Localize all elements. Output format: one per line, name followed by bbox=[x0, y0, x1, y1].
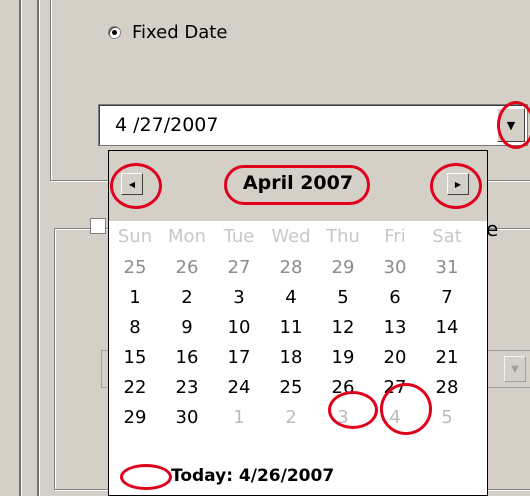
day-cell[interactable]: 11 bbox=[265, 314, 317, 342]
radio-dot bbox=[112, 29, 117, 35]
day-cell[interactable]: 1 bbox=[109, 284, 161, 312]
day-cell[interactable]: 24 bbox=[213, 374, 265, 402]
day-cell[interactable]: 27 bbox=[369, 374, 421, 402]
day-cell[interactable]: 26 bbox=[317, 374, 369, 402]
day-cell[interactable]: 13 bbox=[369, 314, 421, 342]
calendar-popup[interactable]: ◀ April 2007 ▶ Sun Mon Tue Wed Thu Fri Sat 25 2… bbox=[108, 150, 488, 496]
weekday-label: Thu bbox=[326, 226, 360, 247]
window-border-left-light bbox=[21, 0, 22, 496]
day-cell[interactable]: 3 bbox=[317, 404, 369, 432]
day-cell[interactable]: 25 bbox=[265, 374, 317, 402]
day-cell[interactable]: 30 bbox=[161, 404, 213, 432]
day-cell[interactable]: 22 bbox=[109, 374, 161, 402]
day-cell[interactable]: 29 bbox=[317, 254, 369, 282]
day-cell[interactable]: 16 bbox=[161, 344, 213, 372]
day-cell[interactable]: 8 bbox=[109, 314, 161, 342]
fixed-date-label: Fixed Date bbox=[132, 21, 228, 43]
dropdown-button[interactable]: ▼ bbox=[497, 108, 525, 142]
day-cell[interactable]: 12 bbox=[317, 314, 369, 342]
day-cell[interactable]: 1 bbox=[213, 404, 265, 432]
weekday-label: Mon bbox=[168, 226, 206, 247]
day-cell[interactable]: 10 bbox=[213, 314, 265, 342]
day-cell[interactable]: 14 bbox=[421, 314, 473, 342]
weekday-label: Tue bbox=[223, 226, 255, 247]
day-cell[interactable]: 31 bbox=[421, 254, 473, 282]
day-cell[interactable]: 26 bbox=[161, 254, 213, 282]
day-cell[interactable]: 2 bbox=[265, 404, 317, 432]
chevron-down-icon: ▼ bbox=[511, 363, 519, 375]
day-cell[interactable]: 5 bbox=[317, 284, 369, 312]
day-cell[interactable]: 3 bbox=[213, 284, 265, 312]
day-cell[interactable]: 20 bbox=[369, 344, 421, 372]
month-year-label[interactable]: April 2007 bbox=[226, 163, 370, 203]
today-row[interactable]: Today: 4/26/2007 bbox=[119, 463, 334, 489]
day-cell[interactable]: 4 bbox=[265, 284, 317, 312]
day-cell[interactable]: 25 bbox=[109, 254, 161, 282]
date-combo[interactable]: 4 /27/2007 ▼ bbox=[98, 104, 528, 146]
day-cell[interactable]: 2 bbox=[161, 284, 213, 312]
arrow-right-icon: ▶ bbox=[454, 179, 462, 189]
radio-button[interactable] bbox=[108, 25, 121, 39]
day-cell[interactable]: 28 bbox=[421, 374, 473, 402]
day-cell[interactable]: 5 bbox=[421, 404, 473, 432]
day-cell[interactable]: 15 bbox=[109, 344, 161, 372]
today-label[interactable]: Today: 4/26/2007 bbox=[171, 466, 334, 486]
next-month-button[interactable]: ▶ bbox=[447, 173, 469, 195]
date-value[interactable]: 4 /27/2007 bbox=[115, 114, 218, 136]
day-cell[interactable]: 23 bbox=[161, 374, 213, 402]
day-cell[interactable]: 21 bbox=[421, 344, 473, 372]
day-cell[interactable]: 28 bbox=[265, 254, 317, 282]
chevron-down-icon: ▼ bbox=[506, 118, 516, 132]
day-cell[interactable]: 9 bbox=[161, 314, 213, 342]
prev-month-button[interactable]: ◀ bbox=[121, 173, 143, 195]
day-cell[interactable]: 29 bbox=[109, 404, 161, 432]
day-cell[interactable]: 18 bbox=[265, 344, 317, 372]
day-cell[interactable]: 19 bbox=[317, 344, 369, 372]
arrow-left-icon: ◀ bbox=[128, 179, 136, 189]
day-cell[interactable]: 17 bbox=[213, 344, 265, 372]
window-border-inner-light bbox=[39, 0, 40, 496]
day-cell[interactable]: 27 bbox=[213, 254, 265, 282]
weekday-label: Sat bbox=[432, 226, 462, 247]
weekday-label: Fri bbox=[384, 226, 406, 247]
fixed-date-radio[interactable]: Fixed Date bbox=[108, 18, 227, 46]
day-cell[interactable]: 6 bbox=[369, 284, 421, 312]
weekday-label: Wed bbox=[271, 226, 311, 247]
day-cell[interactable]: 4 bbox=[369, 404, 421, 432]
day-cell[interactable]: 30 bbox=[369, 254, 421, 282]
weekday-label: Sun bbox=[117, 226, 153, 247]
day-cell[interactable]: 7 bbox=[421, 284, 473, 312]
disabled-dropdown-button: ▼ bbox=[504, 356, 526, 382]
checkbox[interactable] bbox=[90, 218, 106, 234]
